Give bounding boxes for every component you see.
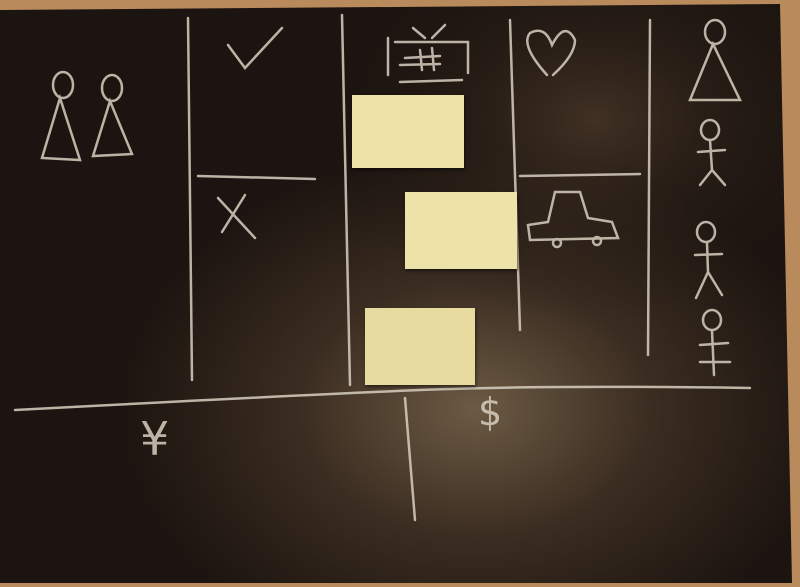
yen-symbol: ¥ — [140, 412, 170, 466]
dollar-symbol: $ — [478, 390, 503, 434]
sticky-note[interactable] — [405, 192, 517, 269]
board-glare — [0, 4, 792, 583]
chalkboard-photo: ¥ $ — [0, 0, 800, 583]
chalkboard — [0, 4, 792, 583]
sticky-note[interactable] — [352, 95, 464, 168]
sticky-note[interactable] — [365, 308, 475, 385]
